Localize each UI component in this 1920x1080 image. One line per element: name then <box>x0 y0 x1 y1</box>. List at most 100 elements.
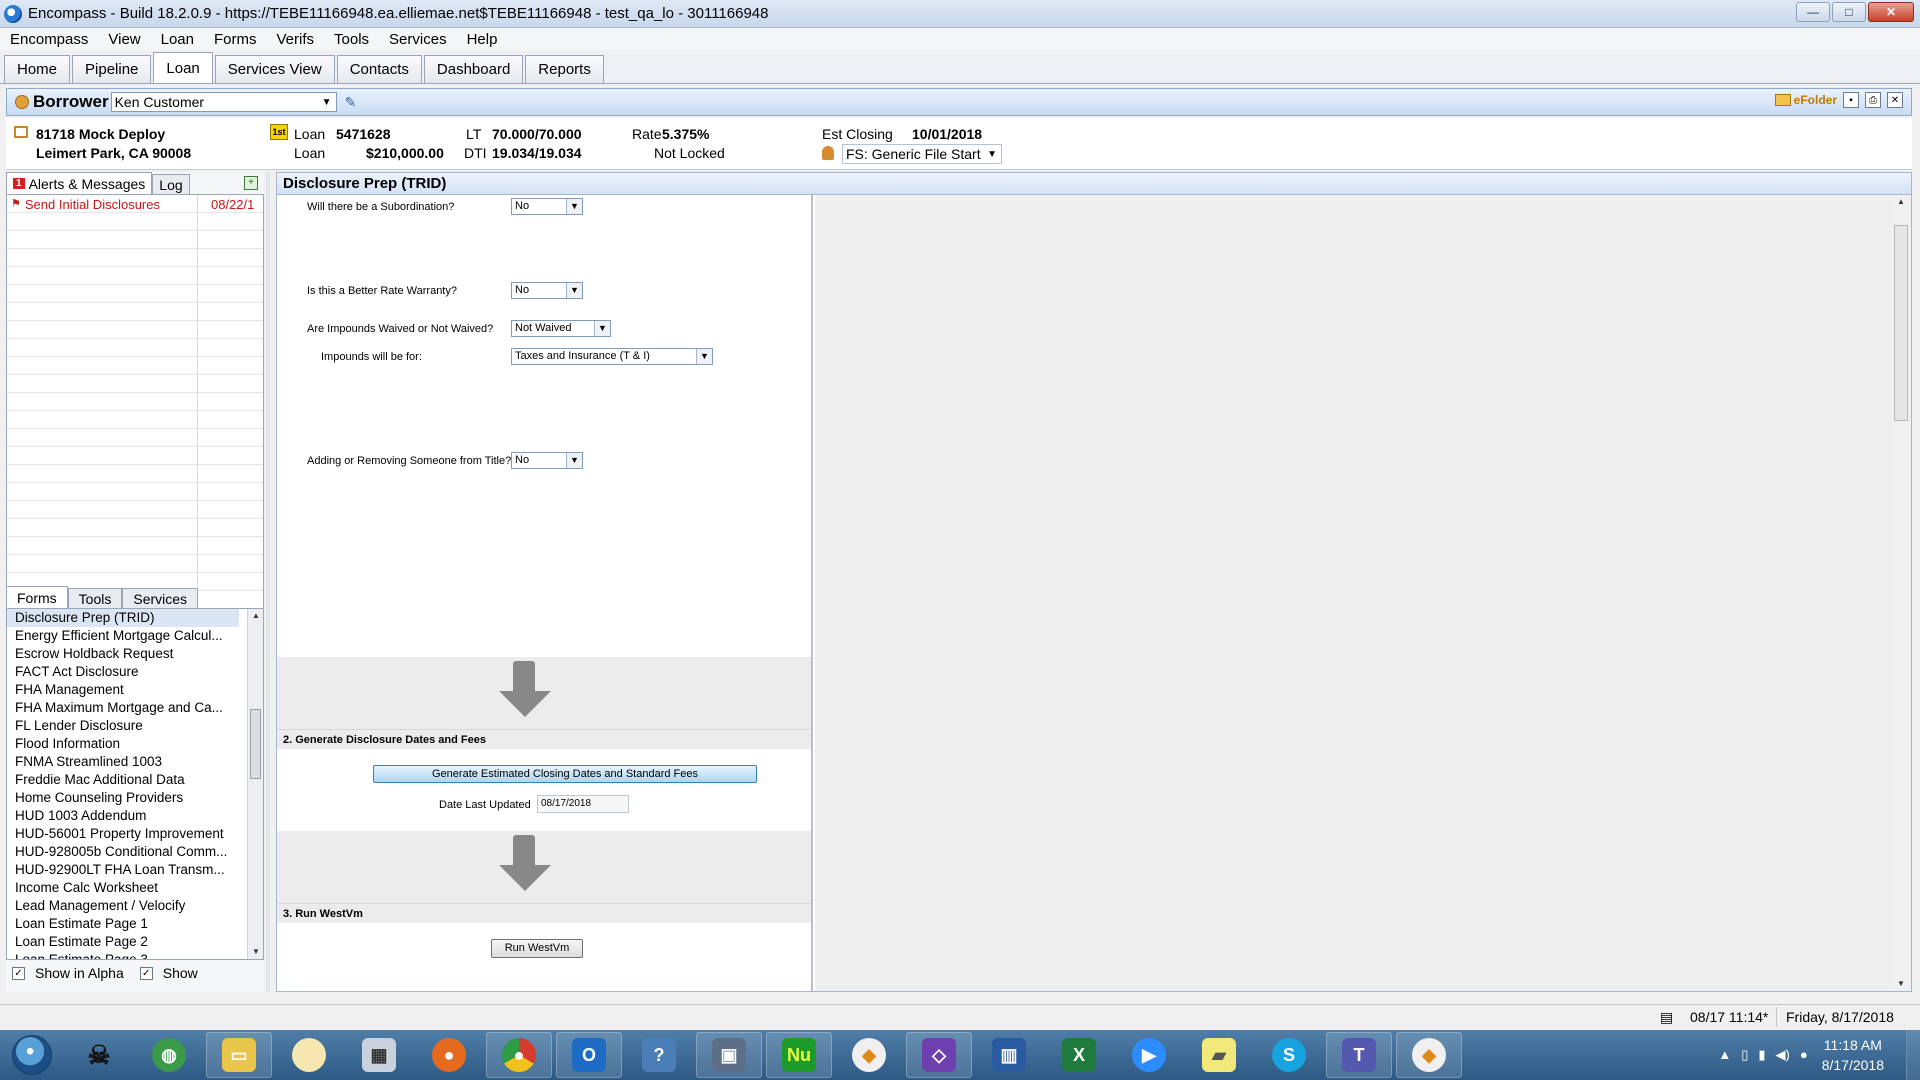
menu-forms[interactable]: Forms <box>204 31 267 48</box>
notification-icon[interactable]: ● <box>1800 1047 1808 1063</box>
scroll-up-icon[interactable]: ▲ <box>248 609 263 623</box>
form-item[interactable]: Escrow Holdback Request <box>7 645 239 663</box>
taskbar-sticky-notes[interactable]: ▰ <box>1186 1032 1252 1078</box>
menu-help[interactable]: Help <box>457 31 508 48</box>
form-item[interactable]: Lead Management / Velocify <box>7 897 239 915</box>
show-hidden-icons-icon[interactable]: ▲ <box>1718 1047 1731 1063</box>
taskbar-encompass-active[interactable]: ◆ <box>1396 1032 1462 1078</box>
scroll-down-icon[interactable]: ▼ <box>248 945 263 959</box>
scroll-thumb[interactable] <box>1894 225 1908 421</box>
network-signal-icon[interactable]: ▮ <box>1758 1047 1765 1063</box>
close-loan-icon[interactable]: ✕ <box>1887 92 1903 108</box>
tab-pipeline[interactable]: Pipeline <box>72 55 152 83</box>
edit-borrower-icon[interactable]: ✎ <box>345 94 357 111</box>
taskbar-pirate-app[interactable]: ☠ <box>66 1032 132 1078</box>
taskbar-encompass[interactable]: ◆ <box>836 1032 902 1078</box>
tab-reports[interactable]: Reports <box>525 55 604 83</box>
menu-view[interactable]: View <box>98 31 150 48</box>
taskbar-visual-studio[interactable]: ◇ <box>906 1032 972 1078</box>
taskbar-clock[interactable]: 11:18 AM 8/17/2018 <box>1822 1035 1884 1075</box>
tab-alerts-messages[interactable]: 1 Alerts & Messages <box>6 172 153 194</box>
tab-tools[interactable]: Tools <box>67 588 123 608</box>
show-checkbox[interactable]: ✓ <box>139 966 153 980</box>
start-button[interactable] <box>12 1035 52 1075</box>
form-item[interactable]: Income Calc Worksheet <box>7 879 239 897</box>
taskbar-file-explorer[interactable]: ▭ <box>206 1032 272 1078</box>
better-rate-select[interactable]: No ▼ <box>511 282 583 299</box>
close-button[interactable]: ✕ <box>1868 2 1914 22</box>
taskbar-teams[interactable]: T <box>1326 1032 1392 1078</box>
form-item[interactable]: Energy Efficient Mortgage Calcul... <box>7 627 239 645</box>
form-item[interactable]: HUD-92900LT FHA Loan Transm... <box>7 861 239 879</box>
subordination-select[interactable]: No ▼ <box>511 198 583 215</box>
form-item[interactable]: HUD 1003 Addendum <box>7 807 239 825</box>
run-westvm-button[interactable]: Run WestVm <box>491 939 583 958</box>
add-alert-icon[interactable]: + <box>244 176 258 190</box>
forms-list-scrollbar[interactable]: ▲ ▼ <box>247 609 263 959</box>
panel-splitter[interactable] <box>266 172 270 992</box>
tab-contacts[interactable]: Contacts <box>336 55 422 83</box>
tab-log[interactable]: Log <box>152 174 190 194</box>
alert-item[interactable]: ⚑ Send Initial Disclosures 08/22/1 <box>11 197 261 212</box>
restore-button[interactable]: □ <box>1832 2 1866 22</box>
scroll-down-icon[interactable]: ▼ <box>1891 977 1911 991</box>
scroll-thumb[interactable] <box>250 709 261 779</box>
tab-services[interactable]: Services <box>122 588 199 608</box>
menu-verifs[interactable]: Verifs <box>267 31 325 48</box>
taskbar-help[interactable]: ? <box>626 1032 692 1078</box>
form-item[interactable]: Loan Estimate Page 3 <box>7 951 239 959</box>
taskbar-zoom[interactable]: ▶ <box>1116 1032 1182 1078</box>
tab-services-view[interactable]: Services View <box>214 55 335 83</box>
tab-loan[interactable]: Loan <box>153 52 213 83</box>
title-change-select[interactable]: No ▼ <box>511 452 583 469</box>
file-starter-select[interactable]: FS: Generic File Start ▼ <box>842 144 1002 164</box>
form-item[interactable]: FHA Management <box>7 681 239 699</box>
form-item[interactable]: FACT Act Disclosure <box>7 663 239 681</box>
tab-dashboard[interactable]: Dashboard <box>423 55 524 83</box>
taskbar-network[interactable]: ▥ <box>976 1032 1042 1078</box>
scroll-up-icon[interactable]: ▲ <box>1891 195 1911 209</box>
date-last-updated-field[interactable]: 08/17/2018 <box>537 795 629 813</box>
borrower-select[interactable]: Ken Customer ▼ <box>110 92 337 112</box>
save-icon[interactable]: ▪ <box>1843 92 1859 108</box>
form-item[interactable]: Loan Estimate Page 1 <box>7 915 239 933</box>
form-item[interactable]: Loan Estimate Page 2 <box>7 933 239 951</box>
menu-services[interactable]: Services <box>379 31 457 48</box>
tab-home[interactable]: Home <box>4 55 71 83</box>
form-item[interactable]: Home Counseling Providers <box>7 789 239 807</box>
minimize-button[interactable]: — <box>1796 2 1830 22</box>
show-desktop-button[interactable] <box>1906 1030 1920 1080</box>
taskbar-globe-app[interactable]: ◍ <box>136 1032 202 1078</box>
impounds-for-select[interactable]: Taxes and Insurance (T & I) ▼ <box>511 348 713 365</box>
tab-forms[interactable]: Forms <box>6 586 68 608</box>
menu-loan[interactable]: Loan <box>151 31 204 48</box>
show-in-alpha-checkbox[interactable]: ✓ <box>12 966 25 980</box>
form-item[interactable]: Flood Information <box>7 735 239 753</box>
generate-dates-fees-button[interactable]: Generate Estimated Closing Dates and Sta… <box>373 765 757 783</box>
form-item[interactable]: FHA Maximum Mortgage and Ca... <box>7 699 239 717</box>
efolder-button[interactable]: eFolder <box>1774 93 1837 107</box>
form-item-disclosure-prep[interactable]: Disclosure Prep (TRID) <box>7 609 239 627</box>
impounds-waived-select[interactable]: Not Waived ▼ <box>511 320 611 337</box>
form-scrollbar[interactable]: ▲ ▼ <box>1891 195 1911 991</box>
form-item[interactable]: Freddie Mac Additional Data <box>7 771 239 789</box>
taskbar-excel[interactable]: X <box>1046 1032 1112 1078</box>
form-item[interactable]: HUD-928005b Conditional Comm... <box>7 843 239 861</box>
device-icon[interactable]: ▯ <box>1741 1047 1748 1063</box>
taskbar-outlook[interactable]: O <box>556 1032 622 1078</box>
menu-encompass[interactable]: Encompass <box>0 31 98 48</box>
taskbar-paint[interactable] <box>276 1032 342 1078</box>
form-item[interactable]: HUD-56001 Property Improvement <box>7 825 239 843</box>
status-bar: ▤ 08/17 11:14* Friday, 8/17/2018 <box>0 1004 1920 1030</box>
taskbar-skype[interactable]: S <box>1256 1032 1322 1078</box>
menu-tools[interactable]: Tools <box>324 31 379 48</box>
taskbar-chrome[interactable]: ● <box>486 1032 552 1078</box>
form-item[interactable]: FL Lender Disclosure <box>7 717 239 735</box>
taskbar-firefox[interactable]: ● <box>416 1032 482 1078</box>
form-item[interactable]: FNMA Streamlined 1003 <box>7 753 239 771</box>
taskbar-calculator[interactable]: ▦ <box>346 1032 412 1078</box>
volume-icon[interactable]: ◀) <box>1776 1047 1790 1063</box>
print-icon[interactable]: ⎙ <box>1865 92 1881 108</box>
taskbar-nunit[interactable]: Nu <box>766 1032 832 1078</box>
taskbar-remote-desktop[interactable]: ▣ <box>696 1032 762 1078</box>
